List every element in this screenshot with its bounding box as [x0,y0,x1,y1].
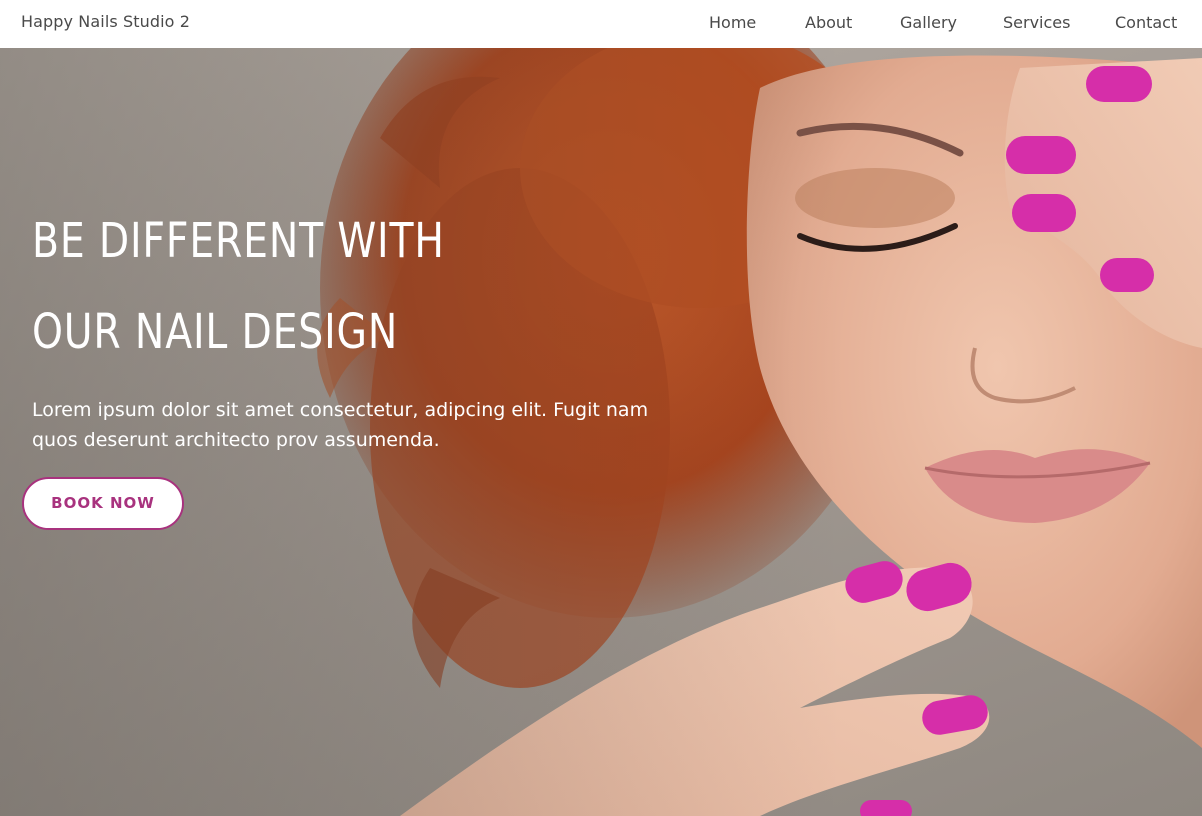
nav-contact-link[interactable]: Contact [1115,13,1177,32]
nav-about-link[interactable]: About [805,13,852,32]
hero-subtext: Lorem ipsum dolor sit amet consectetur, … [32,399,649,451]
main-nav: Home About Gallery Services Contact [0,13,1202,37]
hero-section: BE DIFFERENT WITH OUR NAIL DESIGN Lorem … [0,48,1202,816]
headline-line-1: BE DIFFERENT WITH [32,213,445,269]
top-navbar: Happy Nails Studio 2 Home About Gallery … [0,0,1202,48]
nav-services-link[interactable]: Services [1003,13,1070,32]
nav-home-link[interactable]: Home [709,13,756,32]
nav-gallery-link[interactable]: Gallery [900,13,957,32]
hero-headline: BE DIFFERENT WITH OUR NAIL DESIGN [32,196,445,378]
book-now-button[interactable]: BOOK NOW [22,477,184,530]
headline-line-2: OUR NAIL DESIGN [32,304,399,360]
